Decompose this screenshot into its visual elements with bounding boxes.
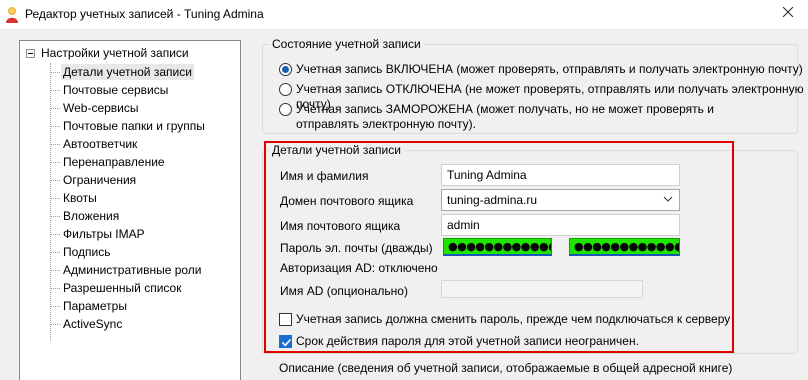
close-button[interactable]	[768, 0, 808, 24]
settings-tree[interactable]: Настройки учетной записи Детали учетной …	[19, 40, 241, 380]
tree-item-label: Перенаправление	[63, 155, 165, 169]
tree-item-label: Фильтры IMAP	[63, 227, 145, 241]
tree-item-attachments[interactable]: Вложения	[50, 207, 121, 225]
mailbox-label: Имя почтового ящика	[280, 219, 401, 233]
tree-item-label: Почтовые папки и группы	[63, 119, 205, 133]
must-change-password-checkbox[interactable]: Учетная запись должна сменить пароль, пр…	[279, 312, 730, 326]
tree-item-autoresponder[interactable]: Автоответчик	[50, 135, 139, 153]
password-label: Пароль эл. почты (дважды)	[280, 241, 433, 255]
tree-item-label: Параметры	[63, 299, 127, 313]
full-name-field[interactable]: Tuning Admina	[441, 164, 680, 186]
tree-item-quotas[interactable]: Квоты	[50, 189, 99, 207]
description-label: Описание (сведения об учетной записи, от…	[279, 361, 733, 375]
tree-item-label: Автоответчик	[63, 137, 138, 151]
radio-button[interactable]	[279, 63, 292, 76]
collapse-icon[interactable]	[26, 48, 35, 58]
title-bar: Редактор учетных записей - Tuning Admina	[0, 0, 808, 30]
tree-item-web-services[interactable]: Web-сервисы	[50, 99, 141, 117]
ad-name-label: Имя AD (опционально)	[280, 284, 408, 298]
domain-label: Домен почтового ящика	[280, 194, 414, 208]
tree-item-activesync[interactable]: ActiveSync	[50, 315, 124, 333]
tree-item-account-details[interactable]: Детали учетной записи	[50, 63, 194, 81]
checkbox[interactable]	[279, 312, 292, 326]
tree-item-allowed-list[interactable]: Разрешенный список	[50, 279, 183, 297]
tree-item-label: Web-сервисы	[63, 101, 139, 115]
window-title: Редактор учетных записей - Tuning Admina	[25, 7, 264, 21]
tree-item-signature[interactable]: Подпись	[50, 243, 113, 261]
dialog-body: Настройки учетной записи Детали учетной …	[0, 30, 808, 380]
tree-item-label: Ограничения	[63, 173, 137, 187]
tree-root-account-settings[interactable]: Настройки учетной записи	[26, 45, 189, 61]
tree-item-parameters[interactable]: Параметры	[50, 297, 129, 315]
tree-item-label: Почтовые сервисы	[63, 83, 169, 97]
tree-item-restrictions[interactable]: Ограничения	[50, 171, 138, 189]
checkbox-label: Срок действия пароля для этой учетной за…	[296, 334, 639, 348]
tree-item-mail-folders-groups[interactable]: Почтовые папки и группы	[50, 117, 207, 135]
tree-item-label: Вложения	[63, 209, 120, 223]
checkbox[interactable]	[279, 334, 292, 348]
password-field[interactable]: ●●●●●●●●●●●●●●	[443, 238, 552, 256]
tree-item-forwarding[interactable]: Перенаправление	[50, 153, 167, 171]
tree-item-label: Разрешенный список	[63, 281, 182, 295]
mdaemon-app-icon	[6, 7, 18, 23]
domain-select[interactable]: tuning-admina.ru	[441, 189, 680, 211]
mailbox-field[interactable]: admin	[441, 214, 680, 236]
tree-item-label: Административные роли	[63, 263, 202, 277]
ad-auth-status: Авторизация AD: отключено	[280, 261, 438, 275]
checkbox-label: Учетная запись должна сменить пароль, пр…	[296, 312, 731, 326]
ad-name-field[interactable]	[441, 280, 643, 298]
tree-item-label: ActiveSync	[63, 317, 123, 331]
tree-item-label: Детали учетной записи	[61, 64, 194, 80]
radio-label: Учетная запись ЗАМОРОЖЕНА (может получат…	[296, 102, 714, 131]
full-name-label: Имя и фамилия	[280, 169, 369, 183]
chevron-down-icon	[663, 196, 673, 202]
password-confirm-field[interactable]: ●●●●●●●●●●●●●●	[569, 238, 680, 256]
tree-item-mail-services[interactable]: Почтовые сервисы	[50, 81, 170, 99]
tree-root-label: Настройки учетной записи	[41, 46, 189, 60]
tree-item-label: Подпись	[63, 245, 111, 259]
radio-account-frozen[interactable]: Учетная запись ЗАМОРОЖЕНА (может получат…	[279, 102, 779, 132]
checkmark-icon	[281, 338, 292, 346]
tree-item-imap-filters[interactable]: Фильтры IMAP	[50, 225, 147, 243]
radio-button[interactable]	[279, 83, 292, 96]
domain-select-value: tuning-admina.ru	[447, 193, 538, 207]
password-never-expires-checkbox[interactable]: Срок действия пароля для этой учетной за…	[279, 334, 639, 348]
radio-button[interactable]	[279, 103, 292, 116]
close-icon	[783, 7, 793, 17]
tree-item-admin-roles[interactable]: Административные роли	[50, 261, 204, 279]
radio-account-enabled[interactable]: Учетная запись ВКЛЮЧЕНА (может проверять…	[279, 62, 803, 77]
radio-label: Учетная запись ВКЛЮЧЕНА (может проверять…	[296, 62, 803, 76]
tree-item-label: Квоты	[63, 191, 97, 205]
account-state-title: Состояние учетной записи	[269, 37, 424, 51]
